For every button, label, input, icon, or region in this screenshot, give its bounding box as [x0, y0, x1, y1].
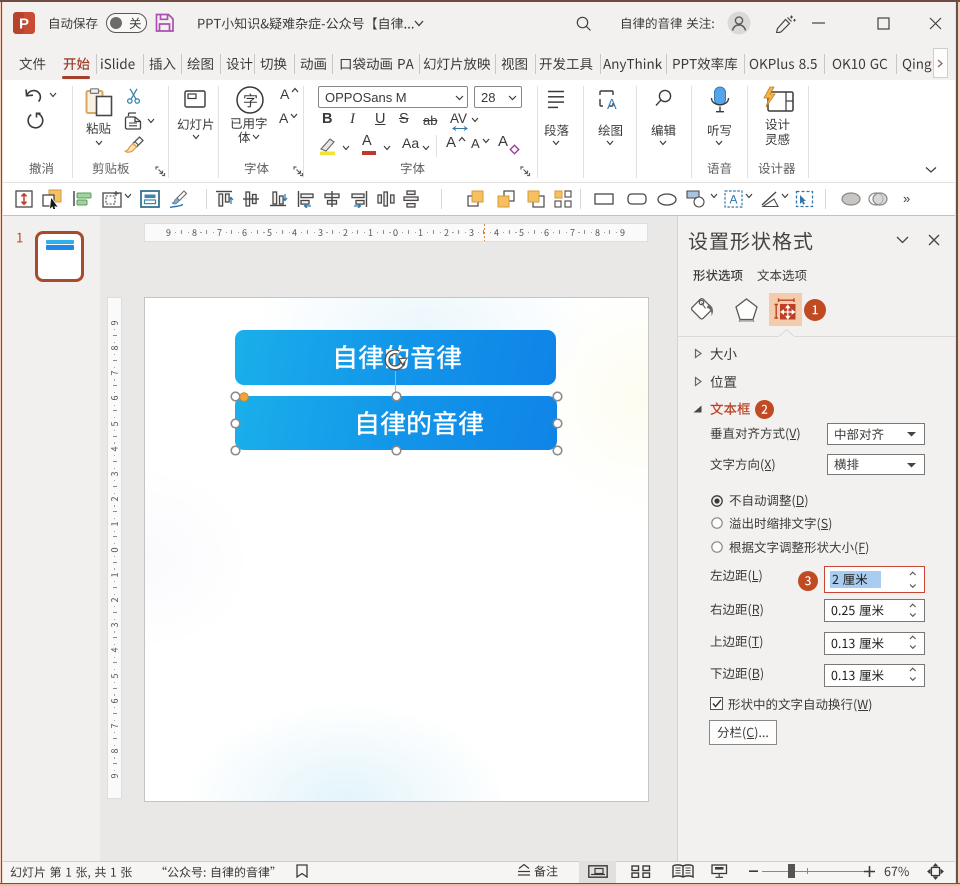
svg-text:A: A: [729, 193, 737, 207]
svg-text:P: P: [19, 16, 29, 33]
svg-text:A: A: [607, 97, 617, 111]
